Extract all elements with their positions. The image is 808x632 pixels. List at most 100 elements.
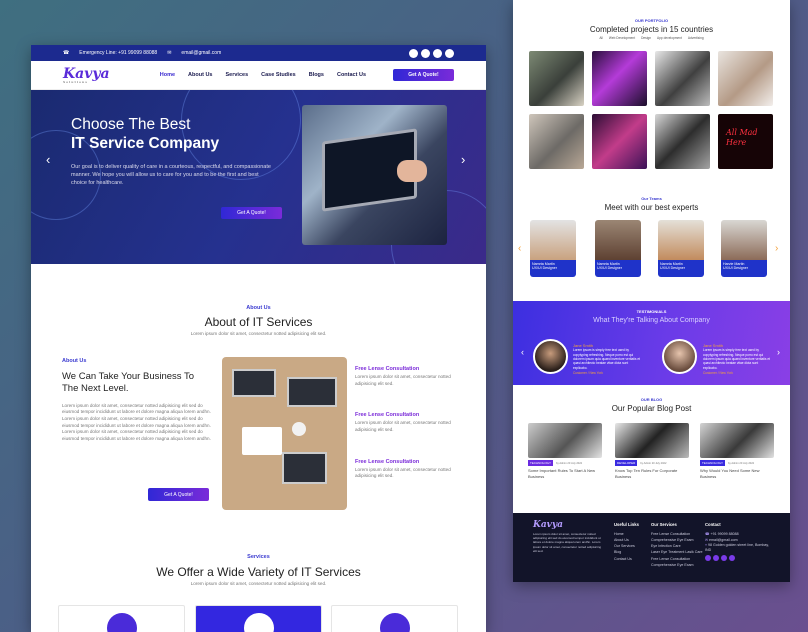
team-card[interactable]: Namrta Martin UX/UI Designer xyxy=(658,220,704,277)
portfolio-item[interactable] xyxy=(718,51,773,106)
blog-card[interactable]: DEVELOPER by Admin 20 July 2022 Know Top T… xyxy=(615,423,689,479)
about-title: About of IT Services xyxy=(204,315,313,329)
service-card[interactable] xyxy=(58,605,185,632)
member-info: Namrta Martin UX/UI Designer xyxy=(595,260,641,277)
blog-header: OUR BLOG Our Popular Blog Post xyxy=(513,397,790,413)
photo-notebook xyxy=(242,427,282,455)
services-header: Services We Offer a Wide Variety of IT S… xyxy=(31,554,486,588)
testimonial-prev-arrow[interactable]: ‹ xyxy=(521,347,524,357)
hero-next-arrow[interactable]: › xyxy=(461,152,465,167)
testimonial-avatar xyxy=(533,339,568,374)
blog-tag[interactable]: DEVELOPER xyxy=(615,460,638,466)
portfolio-item[interactable] xyxy=(655,114,710,169)
portfolio-item[interactable] xyxy=(655,51,710,106)
brand-logo[interactable]: Kavya Solutions xyxy=(63,67,110,84)
blog-tag[interactable]: TECHNOLOGY xyxy=(528,460,554,466)
portfolio-item[interactable] xyxy=(592,51,647,106)
footer-service-link[interactable]: Comprehensive Eye Exam xyxy=(651,562,703,568)
footer-social xyxy=(705,554,773,561)
footer-services-title: Our Services xyxy=(651,522,677,527)
nav-blogs[interactable]: Blogs xyxy=(309,72,324,78)
testimonial-avatar xyxy=(662,339,697,374)
nav-contact[interactable]: Contact Us xyxy=(337,72,366,78)
neon-sign-graphic: All Mad Here xyxy=(726,128,758,147)
team-next-arrow[interactable]: › xyxy=(775,243,778,254)
youtube-icon[interactable] xyxy=(721,554,727,561)
member-role: UX/UI Designer xyxy=(660,266,685,270)
filter-ads[interactable]: Advertising xyxy=(688,36,704,40)
testimonial-next-arrow[interactable]: › xyxy=(777,347,780,357)
team-prev-arrow[interactable]: ‹ xyxy=(518,243,521,254)
feature-text: Lorem ipsum dolor sit amet, consectetur … xyxy=(355,420,451,432)
blog-meta: by Admin 20 July 2022 xyxy=(640,461,667,465)
facebook-icon[interactable] xyxy=(409,48,418,58)
portfolio-item[interactable] xyxy=(529,51,584,106)
feature-title: Free Lense Consultation xyxy=(355,412,420,419)
site-footer: Kavya Lorem ipsum dolor sit amet, consec… xyxy=(513,513,790,582)
twitter-icon[interactable] xyxy=(713,554,719,561)
blog-post-title[interactable]: Know Top Ten Rules For Corporate Busines… xyxy=(615,468,689,479)
footer-service-link[interactable]: Laser Eye Treatment Lasik Care xyxy=(651,549,703,555)
twitter-icon[interactable] xyxy=(421,48,430,58)
portfolio-item-neon[interactable]: All Mad Here xyxy=(718,114,773,169)
about-header: About Us About of IT Services Lorem ipsu… xyxy=(31,305,486,338)
blog-card[interactable]: TECHNOLOGY by Admin 20 July 2022 Why Would… xyxy=(700,423,774,479)
instagram-icon[interactable] xyxy=(729,554,735,561)
social-links xyxy=(409,48,454,58)
hero-text: Choose The Best IT Service Company Our g… xyxy=(71,115,282,219)
team-kicker: Our Teams xyxy=(641,196,662,201)
youtube-icon[interactable] xyxy=(433,48,442,58)
filter-web[interactable]: Web Development xyxy=(609,36,635,40)
service-card[interactable] xyxy=(195,605,322,632)
footer-phone[interactable]: +91 99099 88088 xyxy=(710,532,738,536)
portfolio-item[interactable] xyxy=(529,114,584,169)
nav-case-studies[interactable]: Case Studies xyxy=(261,72,296,78)
footer-logo[interactable]: Kavya xyxy=(533,521,603,530)
blog-post-title[interactable]: Why Would You Need Some New Business xyxy=(700,468,774,479)
feature-item: Free Lense Consultation Lorem ipsum dolor… xyxy=(355,366,455,387)
feature-text: Lorem ipsum dolor sit amet, consectetur … xyxy=(355,374,451,386)
instagram-icon[interactable] xyxy=(445,48,454,58)
hero-prev-arrow[interactable]: ‹ xyxy=(46,152,50,167)
about-paragraph-2: Lorem ipsum dolor sit amet, consectetur … xyxy=(62,416,211,441)
service-card[interactable] xyxy=(331,605,458,632)
filter-all[interactable]: All xyxy=(599,36,603,40)
hero-line1: Choose The Best xyxy=(71,116,191,133)
blog-image xyxy=(615,423,689,458)
hero-laptop-photo xyxy=(302,105,447,245)
about-quote-button[interactable]: Get A Quote! xyxy=(148,488,209,501)
facebook-icon[interactable] xyxy=(705,554,711,561)
nav-services[interactable]: Services xyxy=(226,72,249,78)
filter-design[interactable]: Design xyxy=(641,36,651,40)
feature-title: Free Lense Consultation xyxy=(355,366,420,372)
feature-text: Lorem ipsum dolor sit amet, consectetur … xyxy=(355,466,451,479)
blog-tag[interactable]: TECHNOLOGY xyxy=(700,460,726,466)
hero-quote-button[interactable]: Get A Quote! xyxy=(221,207,282,219)
top-bar: ☎ Emergency Line: +91 99099 88088 ✉ emai… xyxy=(31,45,486,61)
about-team-photo xyxy=(222,357,347,510)
member-role: UX/UI Designer xyxy=(723,266,748,270)
portfolio-item[interactable] xyxy=(592,114,647,169)
blog-post-title[interactable]: Some Important Rules To Start A New Busi… xyxy=(528,468,602,479)
footer-link[interactable]: Contact Us xyxy=(614,556,639,562)
footer-links: Useful Links Home About Us Our Services Blo… xyxy=(614,521,639,562)
blog-card[interactable]: TECHNOLOGY by Admin 20 July 2022 Some Impo… xyxy=(528,423,602,479)
blog-kicker: OUR BLOG xyxy=(640,397,663,402)
blog-meta: by Admin 20 July 2022 xyxy=(728,461,755,465)
phone-icon: ☎ xyxy=(705,532,710,537)
member-photo xyxy=(595,220,641,260)
main-nav: Kavya Solutions Home About Us Services Ca… xyxy=(31,61,486,90)
photo-cup xyxy=(292,422,306,436)
nav-about[interactable]: About Us xyxy=(188,72,212,78)
team-card[interactable]: Harvie Martin UX/UI Designer xyxy=(721,220,767,277)
nav-quote-button[interactable]: Get A Quote! xyxy=(393,69,454,81)
team-card[interactable]: Namrta Martin UX/UI Designer xyxy=(595,220,641,277)
member-info: Namrta Martin UX/UI Designer xyxy=(658,260,704,277)
team-card[interactable]: Namrta Martin UX/UI Designer xyxy=(530,220,576,277)
filter-app[interactable]: App development xyxy=(657,36,682,40)
service-icon xyxy=(107,613,137,632)
nav-home[interactable]: Home xyxy=(160,72,175,78)
footer-email[interactable]: email@gmail.com xyxy=(709,538,738,542)
mail-icon: ✉ xyxy=(167,50,172,56)
blog-title: Our Popular Blog Post xyxy=(611,404,692,413)
